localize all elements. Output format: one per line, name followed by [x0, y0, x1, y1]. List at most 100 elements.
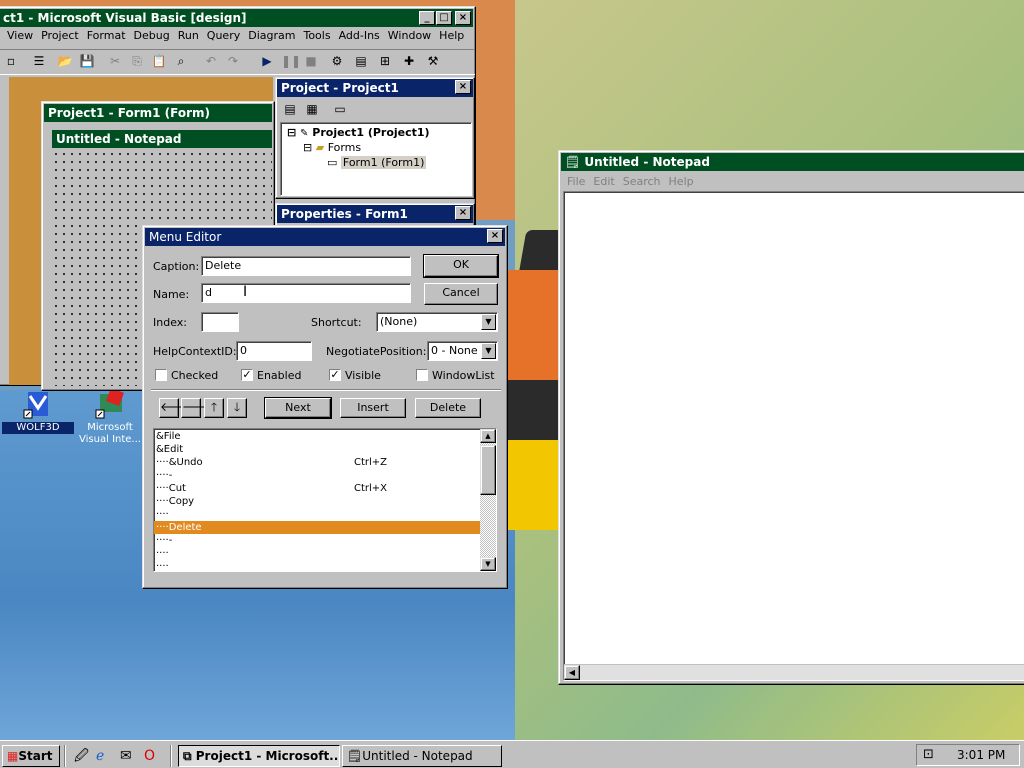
form-layout-icon[interactable]: ⊞ — [377, 53, 393, 69]
maximize-icon[interactable]: □ — [436, 11, 452, 25]
menu-list-item[interactable]: ····&Undo Ctrl+Z — [154, 456, 480, 469]
menu-view[interactable]: View — [3, 27, 37, 45]
list-scrollbar[interactable]: ▲ ▼ — [480, 429, 496, 571]
checked-checkbox[interactable] — [155, 369, 167, 381]
desktop-icon-wolf3d[interactable]: WOLF3D — [2, 388, 74, 434]
menu-list-item[interactable]: ···· — [154, 508, 480, 521]
undo-icon[interactable]: ↶ — [203, 53, 219, 69]
caption-field[interactable]: Delete — [201, 256, 411, 276]
menu-query[interactable]: Query — [203, 27, 244, 45]
scroll-down-icon[interactable]: ▼ — [480, 557, 496, 571]
enabled-checkbox[interactable]: ✓ — [241, 369, 253, 381]
notepad-window[interactable]: 🗒 Untitled - Notepad File Edit Search Help … — [558, 150, 1024, 685]
menu-items-list[interactable]: &File &Edit ····&Undo Ctrl+Z ····- ····Cut Ctr… — [153, 428, 497, 572]
vb-title-bar[interactable]: ct1 - Microsoft Visual Basic [design] _ … — [0, 9, 473, 27]
menu-list-item[interactable]: ····- — [154, 534, 480, 547]
delete-button[interactable]: Delete — [415, 398, 481, 418]
task-button-vb[interactable]: ⧉ Project1 - Microsoft... — [178, 745, 340, 767]
next-button[interactable]: Next — [264, 397, 332, 419]
tree-project-root[interactable]: ⊟ ✎ Project1 (Project1) — [287, 126, 430, 139]
task-button-notepad[interactable]: 🗒Untitled - Notepad — [342, 745, 502, 767]
menu-diagram[interactable]: Diagram — [244, 27, 299, 45]
break-icon[interactable]: ❚❚ — [281, 53, 301, 69]
menu-help[interactable]: Help — [435, 27, 468, 45]
toolbox-icon[interactable]: ⚒ — [425, 53, 441, 69]
menu-editor-title-bar[interactable]: Menu Editor × — [145, 228, 505, 246]
tree-forms-folder[interactable]: ⊟ ▰ Forms — [303, 141, 361, 154]
clock[interactable]: 3:01 PM — [957, 748, 1005, 762]
find-icon[interactable]: ⌕ — [173, 53, 189, 69]
desktop-icon-visual-interdev[interactable]: Microsoft Visual Inte... — [74, 388, 146, 446]
menu-format[interactable]: Format — [83, 27, 130, 45]
paste-icon[interactable]: 📋 — [151, 53, 167, 69]
visible-checkbox[interactable]: ✓ — [329, 369, 341, 381]
save-icon[interactable]: 💾 — [79, 53, 95, 69]
notepad-text-area[interactable]: ◀ — [563, 191, 1024, 681]
menu-list-item[interactable]: ····Copy — [154, 495, 480, 508]
toggle-folders-icon[interactable]: ▭ — [332, 101, 348, 117]
project-explorer-icon[interactable]: ⚙ — [329, 53, 345, 69]
arrow-left-icon[interactable]: 🡐 — [159, 398, 192, 418]
helpcontextid-field[interactable]: 0 — [236, 341, 312, 361]
windowlist-checkbox[interactable] — [416, 369, 428, 381]
cut-icon[interactable]: ✂ — [107, 53, 123, 69]
menu-list-item[interactable]: ····Cut Ctrl+X — [154, 482, 480, 495]
scroll-thumb[interactable] — [480, 445, 496, 495]
quicklaunch-ie-icon[interactable]: ℯ — [96, 748, 104, 764]
menu-editor-icon[interactable]: ☰ — [31, 53, 47, 69]
view-object-icon[interactable]: ▦ — [304, 101, 320, 117]
close-icon[interactable]: × — [455, 206, 471, 220]
ok-button[interactable]: OK — [423, 254, 499, 278]
menu-debug[interactable]: Debug — [130, 27, 174, 45]
arrow-down-icon[interactable]: 🡓 — [227, 398, 247, 418]
arrow-right-icon[interactable]: 🡒 — [181, 398, 214, 418]
notepad-menu-search[interactable]: Search — [619, 173, 665, 191]
notepad-menu-file[interactable]: File — [563, 173, 589, 191]
form-designer-title-bar[interactable]: Project1 - Form1 (Form) — [44, 104, 272, 122]
menu-list-item[interactable]: &Edit — [154, 443, 480, 456]
quicklaunch-opera-icon[interactable]: O — [144, 748, 155, 764]
menu-list-item[interactable]: ···· — [154, 560, 480, 571]
menu-project[interactable]: Project — [37, 27, 83, 45]
close-icon[interactable]: × — [455, 80, 471, 94]
index-field[interactable] — [201, 312, 239, 332]
project-tree[interactable]: ⊟ ✎ Project1 (Project1) ⊟ ▰ Forms ▭ Form… — [280, 122, 472, 196]
quicklaunch-desktop-icon[interactable]: 🖉 — [74, 748, 89, 764]
menu-list-item[interactable]: ···· — [154, 547, 480, 560]
menu-editor-dialog[interactable]: Menu Editor × Caption: Delete OK Name: d… — [142, 225, 508, 589]
view-code-icon[interactable]: ▤ — [282, 101, 298, 117]
menu-run[interactable]: Run — [174, 27, 203, 45]
project-explorer-title-bar[interactable]: Project - Project1 × — [277, 79, 473, 97]
name-field[interactable]: d — [201, 283, 411, 303]
project-explorer-window[interactable]: Project - Project1 × ▤ ▦ ▭ ⊟ ✎ Project1 … — [275, 77, 475, 199]
start-icon[interactable]: ▶ — [259, 53, 275, 69]
notepad-hscrollbar[interactable]: ◀ — [564, 664, 1024, 680]
minimize-icon[interactable]: _ — [419, 11, 435, 25]
open-icon[interactable]: 📂 — [57, 53, 73, 69]
tray-network-icon[interactable]: ⊡ — [923, 747, 934, 762]
redo-icon[interactable]: ↷ — [225, 53, 241, 69]
start-button[interactable]: ▦Start — [2, 745, 60, 767]
negotiateposition-select[interactable]: 0 - None ▼ — [427, 341, 498, 361]
notepad-menu-help[interactable]: Help — [665, 173, 698, 191]
properties-title-bar[interactable]: Properties - Form1 × — [277, 205, 473, 223]
scroll-up-icon[interactable]: ▲ — [480, 429, 496, 443]
menu-list-item[interactable]: ····Delete — [154, 521, 480, 534]
tree-form1[interactable]: ▭ Form1 (Form1) — [327, 156, 427, 169]
end-icon[interactable]: ■ — [303, 53, 319, 69]
insert-button[interactable]: Insert — [340, 398, 406, 418]
object-browser-icon[interactable]: ✚ — [401, 53, 417, 69]
close-icon[interactable]: × — [455, 11, 471, 25]
notepad-menu-edit[interactable]: Edit — [589, 173, 618, 191]
notepad-title-bar[interactable]: 🗒 Untitled - Notepad — [561, 153, 1024, 171]
shortcut-select[interactable]: (None) ▼ — [376, 312, 498, 332]
add-form-icon[interactable]: ▫ — [3, 53, 19, 69]
menu-window[interactable]: Window — [384, 27, 435, 45]
arrow-up-icon[interactable]: 🡑 — [204, 398, 224, 418]
properties-icon[interactable]: ▤ — [353, 53, 369, 69]
menu-addins[interactable]: Add-Ins — [335, 27, 384, 45]
menu-list-item[interactable]: &File — [154, 430, 480, 443]
close-icon[interactable]: × — [487, 229, 503, 243]
cancel-button[interactable]: Cancel — [424, 283, 498, 305]
chevron-down-icon[interactable]: ▼ — [481, 314, 496, 330]
